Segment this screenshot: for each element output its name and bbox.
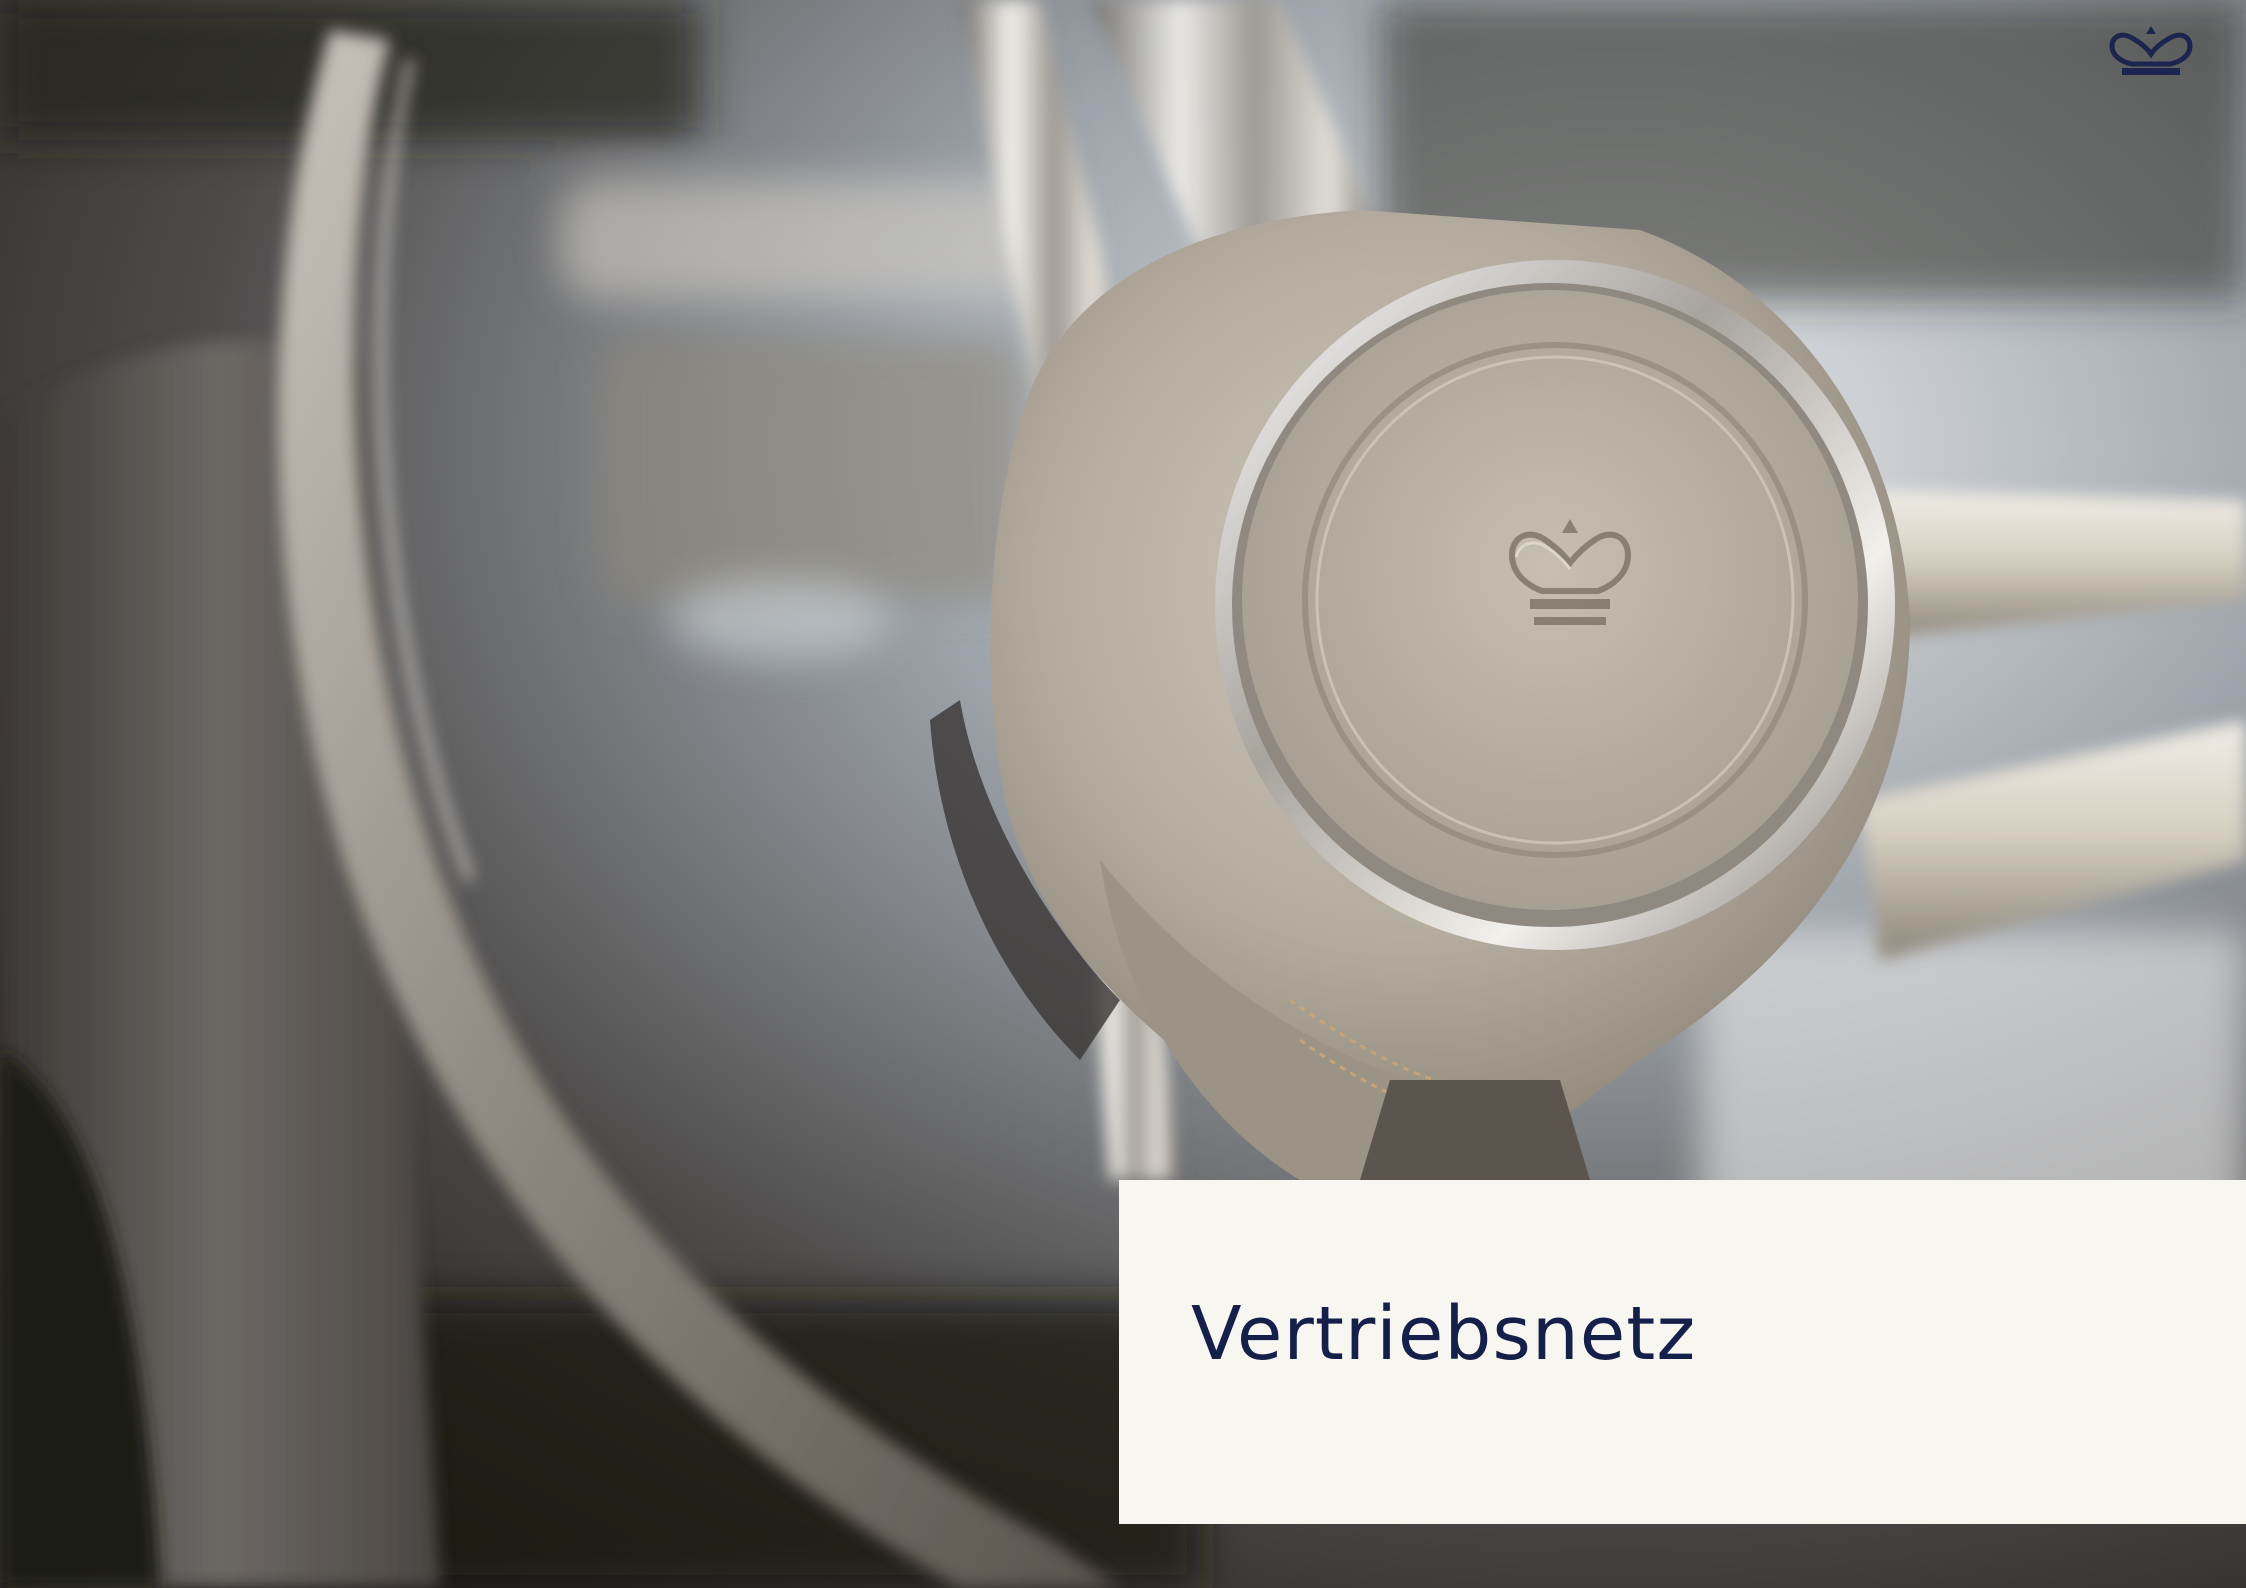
title-card: Vertriebsnetz <box>1119 1180 2246 1524</box>
section-title: Vertriebsnetz <box>1191 1291 1697 1377</box>
crown-logo-icon <box>2108 26 2194 76</box>
